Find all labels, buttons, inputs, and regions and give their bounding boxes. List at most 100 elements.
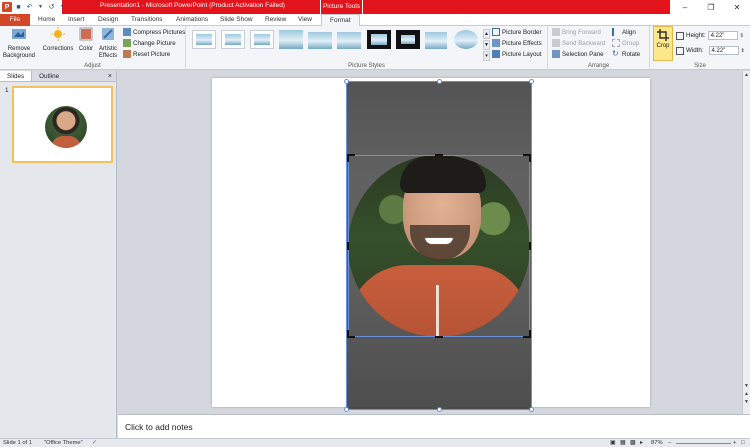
previous-slide-icon[interactable]: ▲ (743, 390, 750, 398)
send-backward-button[interactable]: Send Backward (552, 39, 605, 47)
crop-handle[interactable] (435, 154, 443, 156)
jacket-shape (348, 265, 530, 337)
crop-handle[interactable] (529, 154, 531, 162)
width-spinner-icon[interactable]: ⇕ (741, 48, 745, 54)
portrait-image[interactable] (348, 155, 530, 337)
picture-style-thumb[interactable] (337, 30, 361, 49)
tab-home[interactable]: Home (38, 14, 55, 26)
slide-sorter-icon[interactable]: ▦ (620, 440, 625, 446)
undo-icon[interactable]: ↶ (25, 3, 34, 12)
reading-view-icon[interactable]: ▩ (630, 440, 635, 446)
crop-handle[interactable] (435, 336, 443, 338)
close-icon[interactable]: ✕ (724, 0, 750, 14)
notes-pane[interactable]: Click to add notes (118, 414, 750, 438)
slide-canvas (118, 71, 742, 414)
redo-icon[interactable]: ↺ (47, 3, 56, 12)
restore-icon[interactable]: ❐ (698, 0, 724, 14)
corrections-button[interactable]: Corrections (41, 27, 75, 53)
tab-review[interactable]: Review (265, 14, 286, 26)
save-icon[interactable]: ■ (14, 3, 23, 12)
tab-slide-show[interactable]: Slide Show (220, 14, 253, 26)
picture-style-thumb[interactable] (250, 30, 274, 49)
spell-check-icon[interactable]: ✓ (92, 440, 97, 446)
height-input[interactable]: 4.22" (707, 31, 738, 40)
crop-button[interactable]: Crop (653, 26, 673, 61)
resize-handle[interactable] (344, 407, 349, 412)
zoom-out-icon[interactable]: – (668, 440, 671, 446)
slideshow-view-icon[interactable]: ▸ (640, 440, 643, 446)
picture-style-thumb[interactable] (279, 30, 303, 49)
artistic-effects-button[interactable]: Artistic Effects (97, 27, 119, 60)
reset-picture-button[interactable]: Reset Picture (123, 50, 170, 58)
compress-pictures-button[interactable]: Compress Pictures (123, 28, 185, 36)
hair-shape (400, 155, 486, 193)
crop-handle[interactable] (347, 242, 349, 250)
tab-file[interactable]: File (0, 14, 30, 26)
crop-handle[interactable] (347, 330, 349, 338)
picture-style-thumb[interactable] (454, 30, 478, 49)
height-spinner-icon[interactable]: ⇕ (740, 33, 744, 39)
selection-pane-button[interactable]: Selection Pane (552, 50, 604, 58)
remove-background-button[interactable]: Remove Background (2, 27, 36, 60)
picture-style-thumb[interactable] (367, 30, 391, 49)
rotate-button[interactable]: ↻ Rotate (612, 50, 640, 58)
gallery-more-icon[interactable]: ▾ (483, 51, 490, 61)
picture-style-thumb[interactable] (425, 30, 449, 49)
normal-view-icon[interactable]: ▣ (610, 440, 615, 446)
tab-slides[interactable]: Slides (0, 71, 33, 81)
scroll-up-icon[interactable]: ▲ (743, 71, 750, 79)
group-label: Group (622, 39, 640, 47)
picture-effects-button[interactable]: Picture Effects (492, 39, 542, 47)
ribbon-tabs: File Home Insert Design Transitions Anim… (0, 14, 750, 27)
zoom-slider[interactable] (676, 443, 731, 444)
crop-handle[interactable] (529, 330, 531, 338)
align-button[interactable]: Align (612, 28, 636, 36)
resize-handle[interactable] (529, 407, 534, 412)
customize-qat-icon[interactable]: ▼ (58, 3, 67, 12)
crop-handle[interactable] (347, 154, 349, 162)
tab-animations[interactable]: Animations (176, 14, 208, 26)
picture-border-button[interactable]: Picture Border (492, 28, 542, 36)
tab-design[interactable]: Design (98, 14, 118, 26)
zoom-level[interactable]: 87% (651, 440, 663, 446)
picture-style-thumb[interactable] (221, 30, 245, 49)
gallery-down-icon[interactable]: ▼ (483, 40, 490, 50)
picture-style-thumb[interactable] (308, 30, 332, 49)
slide-thumbnail[interactable] (12, 86, 113, 163)
picture-tools-context-label: Picture Tools (320, 0, 363, 14)
powerpoint-logo-icon[interactable]: P (2, 2, 12, 12)
scroll-track[interactable] (743, 79, 750, 382)
next-slide-icon[interactable]: ▼ (743, 398, 750, 406)
resize-handle[interactable] (529, 79, 534, 84)
tab-view[interactable]: View (298, 14, 312, 26)
tab-outline[interactable]: Outline (32, 71, 66, 81)
fit-to-window-icon[interactable]: □ (741, 440, 745, 446)
color-button[interactable]: Color (76, 27, 96, 53)
width-input[interactable]: 4.22" (708, 46, 739, 55)
picture-layout-button[interactable]: Picture Layout (492, 50, 542, 58)
picture-style-thumb[interactable] (396, 30, 420, 49)
bring-forward-button[interactable]: Bring Forward (552, 28, 601, 36)
styles-gallery-scroll[interactable]: ▲ ▼ ▾ (483, 29, 490, 61)
scroll-down-icon[interactable]: ▼ (743, 382, 750, 390)
group-button[interactable]: Group (612, 39, 639, 47)
minimize-icon[interactable]: – (672, 0, 698, 14)
picture-layout-label: Picture Layout (502, 50, 542, 58)
reset-picture-icon (123, 50, 131, 58)
width-label: Width: (686, 47, 704, 54)
vertical-scrollbar[interactable]: ▲ ▼ ▲ ▼ (742, 71, 750, 414)
picture-style-thumb[interactable] (192, 30, 216, 49)
dropdown-arrow-icon[interactable]: ▼ (36, 3, 45, 12)
gallery-up-icon[interactable]: ▲ (483, 29, 490, 39)
tab-transitions[interactable]: Transitions (131, 14, 163, 26)
resize-handle[interactable] (437, 407, 442, 412)
resize-handle[interactable] (344, 79, 349, 84)
tab-insert[interactable]: Insert (68, 14, 84, 26)
change-picture-button[interactable]: Change Picture (123, 39, 176, 47)
close-pane-icon[interactable]: × (108, 71, 112, 82)
resize-handle[interactable] (437, 79, 442, 84)
corrections-sun-icon (51, 27, 65, 41)
crop-handle[interactable] (529, 242, 531, 250)
zoom-in-icon[interactable]: + (733, 440, 736, 446)
slide-number: 1 (5, 87, 9, 94)
